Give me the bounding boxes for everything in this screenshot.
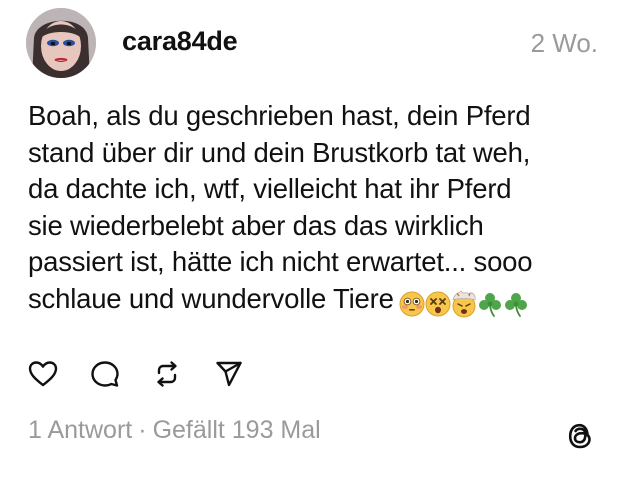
threads-logo-icon[interactable] [562,418,598,454]
shamrock-emoji-icon [478,293,501,318]
exploding-head-emoji-icon [452,290,476,318]
share-icon [216,361,242,387]
shamrock-emoji-icon [504,293,527,318]
flushed-face-emoji-icon [399,291,425,317]
post-text-line-last: schlaue und wundervolle Tiere [28,281,603,322]
post-text-line: Boah, als du geschrieben hast, dein Pfer… [28,100,531,131]
avatar[interactable] [26,8,96,78]
post-text-line: schlaue und wundervolle Tiere [28,282,394,314]
heart-icon [28,361,58,387]
post-stats: 1 Antwort · Gefällt 193 Mal [28,416,321,445]
thread-post: cara84de 2 Wo. Boah, als du geschrieben … [0,0,620,479]
post-text-line: da dachte ich, wtf, vielleicht hat ihr P… [28,173,512,204]
stats-separator: · [138,416,147,444]
like-count-link[interactable]: Gefällt 193 Mal [153,416,321,444]
post-text-line: stand über dir und dein Brustkorb tat we… [28,136,531,168]
like-button[interactable] [26,357,60,391]
post-text: Boah, als du geschrieben hast, dein Pfer… [28,98,603,321]
repost-button[interactable] [150,357,184,391]
repost-icon [157,361,177,387]
share-button[interactable] [212,357,246,391]
reply-button[interactable] [88,357,122,391]
post-text-line: sie wiederbelebt aber das das wirklich [28,209,484,241]
emoji-group [398,285,528,322]
timestamp: 2 Wo. [530,28,598,58]
dizzy-face-emoji-icon [425,291,451,317]
reply-count-link[interactable]: 1 Antwort [28,416,132,444]
comment-icon [91,361,119,387]
username[interactable]: cara84de [122,26,238,57]
post-text-line: passiert ist, hätte ich nicht erwartet..… [28,246,533,277]
action-bar [26,358,274,390]
